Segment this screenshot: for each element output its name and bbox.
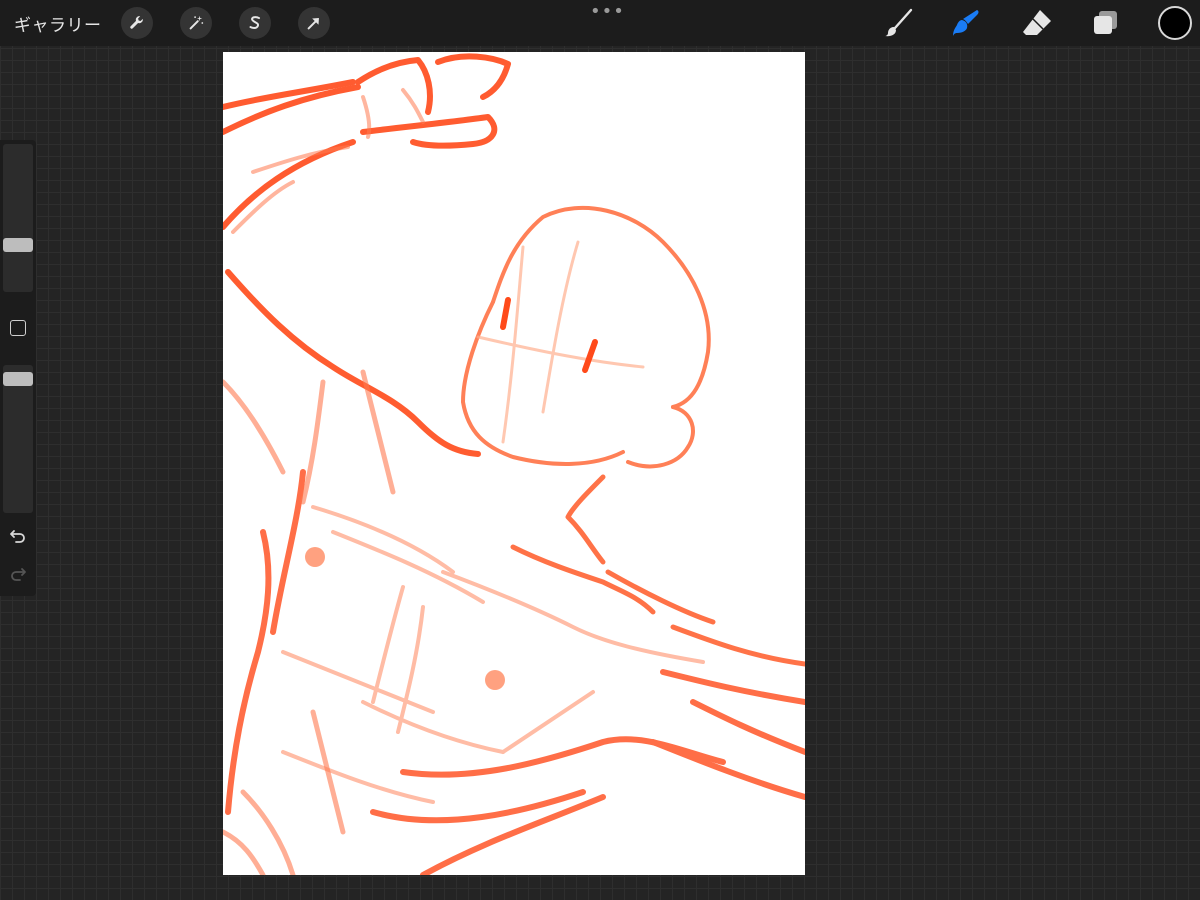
actions-button[interactable] (121, 7, 153, 39)
brush-icon (885, 8, 913, 37)
layers-icon (1094, 11, 1117, 34)
redo-icon[interactable] (8, 564, 28, 584)
opacity-slider[interactable] (3, 365, 33, 513)
drawing-canvas[interactable] (223, 52, 805, 875)
color-picker-button[interactable] (1158, 6, 1192, 40)
smudge-icon (953, 10, 979, 36)
gallery-button[interactable]: ギャラリー (14, 11, 102, 36)
left-sidebar (0, 140, 36, 596)
opacity-slider-thumb[interactable] (3, 371, 33, 386)
magic-wand-icon (189, 15, 204, 30)
more-options-button[interactable]: ••• (590, 1, 625, 22)
wrench-icon (130, 16, 143, 29)
selection-s-icon (249, 16, 261, 29)
arrow-cursor-icon (307, 18, 319, 30)
eraser-icon (1023, 10, 1051, 35)
brush-size-slider-thumb[interactable] (3, 237, 33, 252)
layers-button[interactable] (1089, 6, 1123, 40)
selection-button[interactable] (239, 7, 271, 39)
adjustments-button[interactable] (180, 7, 212, 39)
brush-size-slider[interactable] (3, 144, 33, 292)
sketch-artwork (223, 53, 805, 875)
brush-button[interactable] (882, 6, 916, 40)
undo-icon[interactable] (8, 526, 28, 546)
top-toolbar: ギャラリー ••• (0, 0, 1200, 46)
smudge-button[interactable] (950, 6, 984, 40)
transform-button[interactable] (298, 7, 330, 39)
eraser-button[interactable] (1020, 6, 1054, 40)
modify-button[interactable] (10, 320, 26, 336)
